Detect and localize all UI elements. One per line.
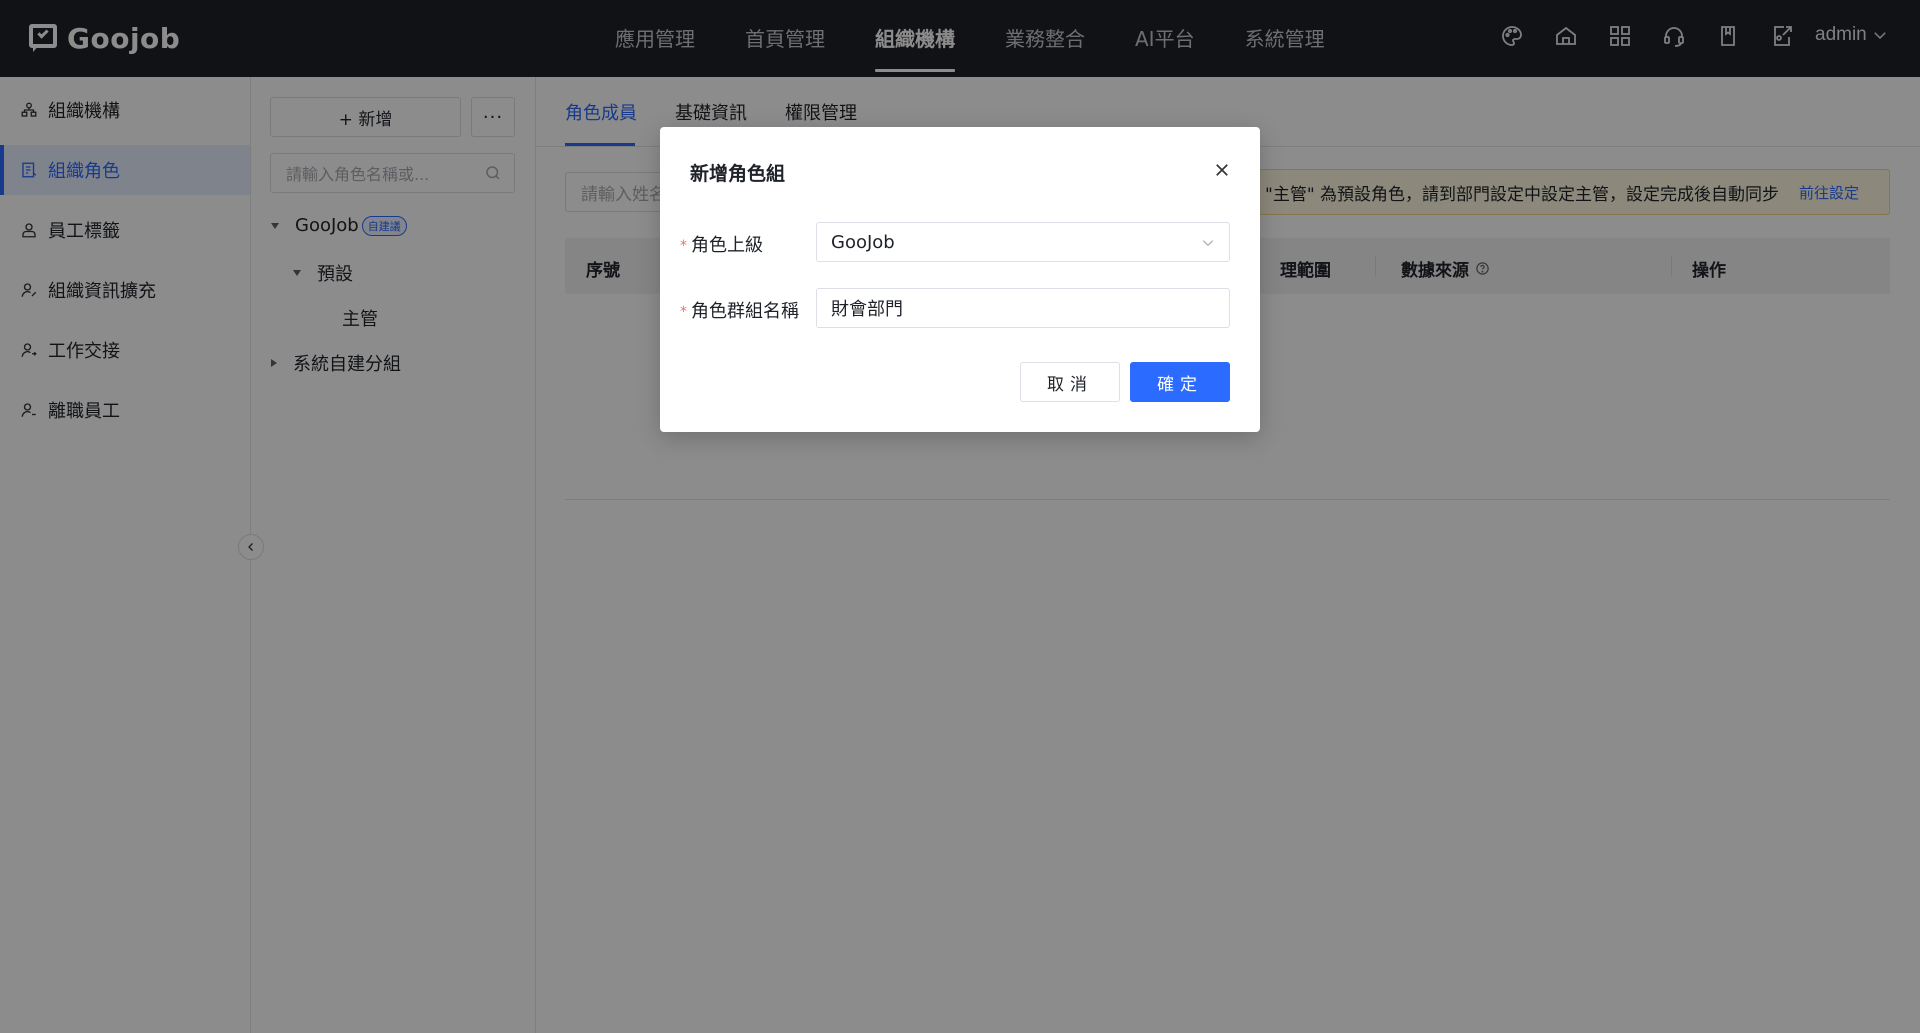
group-name-label-text: 角色群組名稱 bbox=[691, 301, 799, 322]
add-role-group-dialog: 新增角色組 * 角色上級 GooJob * 角色群組名稱 財會部門 取消 確定 bbox=[660, 127, 1260, 432]
required-mark: * bbox=[680, 238, 687, 254]
confirm-button[interactable]: 確定 bbox=[1130, 362, 1230, 402]
form-row-parent-role: * 角色上級 GooJob bbox=[680, 222, 1240, 264]
group-name-label: * 角色群組名稱 bbox=[680, 297, 799, 323]
cancel-button[interactable]: 取消 bbox=[1020, 362, 1120, 402]
close-icon[interactable] bbox=[1213, 161, 1231, 179]
parent-role-select[interactable]: GooJob bbox=[816, 222, 1230, 262]
parent-role-value: GooJob bbox=[831, 231, 895, 253]
dialog-title: 新增角色組 bbox=[690, 163, 786, 185]
parent-role-label: * 角色上級 bbox=[680, 231, 763, 257]
parent-role-label-text: 角色上級 bbox=[691, 235, 763, 256]
required-mark: * bbox=[680, 304, 687, 320]
form-row-group-name: * 角色群組名稱 財會部門 bbox=[680, 288, 1240, 330]
group-name-value: 財會部門 bbox=[831, 299, 903, 320]
group-name-input[interactable]: 財會部門 bbox=[816, 288, 1230, 328]
chevron-down-icon bbox=[1202, 240, 1214, 247]
